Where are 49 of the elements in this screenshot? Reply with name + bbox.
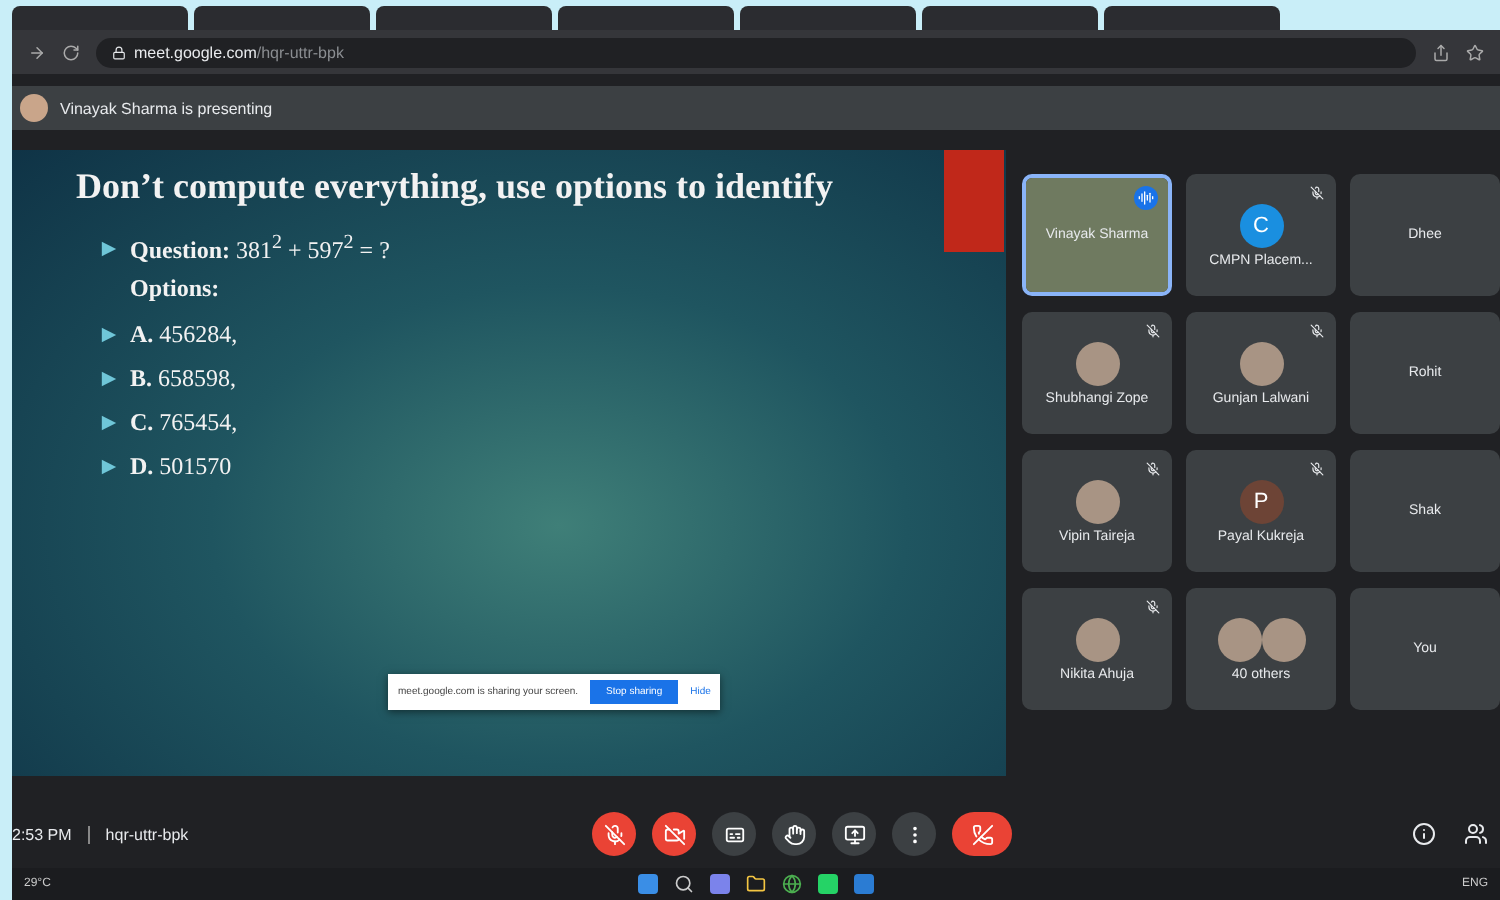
app-icon[interactable] bbox=[854, 874, 875, 894]
forward-icon[interactable] bbox=[28, 43, 46, 61]
slide-text: Options: bbox=[130, 274, 220, 304]
avatar bbox=[1261, 617, 1305, 661]
meeting-code: hqr-uttr-bpk bbox=[105, 825, 189, 843]
captions-icon bbox=[723, 823, 745, 845]
info-icon[interactable] bbox=[1412, 822, 1436, 846]
letter-avatar: C bbox=[1239, 203, 1283, 247]
hang-up-icon bbox=[971, 823, 993, 845]
avatar bbox=[20, 94, 48, 122]
avatar bbox=[1075, 341, 1119, 385]
slide-text: Question: 381$^{2}$ + 597$^{2}$ = ? bbox=[130, 232, 390, 266]
app-icon[interactable] bbox=[818, 874, 839, 894]
present-button[interactable] bbox=[832, 812, 876, 856]
avatar bbox=[1075, 617, 1119, 661]
slide-decoration bbox=[944, 150, 1004, 252]
people-icon[interactable] bbox=[1464, 822, 1488, 846]
share-icon[interactable] bbox=[1432, 43, 1450, 61]
reload-icon[interactable] bbox=[62, 43, 80, 61]
app-icon[interactable] bbox=[710, 874, 731, 894]
avatar bbox=[1239, 341, 1283, 385]
folder-icon[interactable] bbox=[746, 874, 767, 894]
slide-text: C. 765454, bbox=[130, 408, 238, 438]
star-icon[interactable] bbox=[1466, 43, 1484, 61]
video-placeholder bbox=[1026, 178, 1168, 292]
search-icon[interactable] bbox=[674, 874, 695, 894]
mic-button[interactable] bbox=[592, 812, 636, 856]
hand-icon bbox=[783, 823, 805, 845]
start-icon[interactable] bbox=[638, 874, 659, 894]
end-button[interactable] bbox=[952, 812, 1012, 856]
browser-icon[interactable] bbox=[782, 874, 803, 894]
avatar bbox=[1075, 479, 1119, 523]
slide-title: Don’t compute everything, use options to identify bbox=[76, 166, 835, 208]
slide-text: D. 501570 bbox=[130, 452, 232, 482]
lock-icon bbox=[112, 45, 126, 59]
hand-button[interactable] bbox=[772, 812, 816, 856]
mic-off-icon bbox=[603, 823, 625, 845]
slide-text: B. 658598, bbox=[130, 364, 237, 394]
presenting-text: Vinayak Sharma is presenting bbox=[60, 99, 273, 117]
camera-off-icon bbox=[663, 823, 685, 845]
more-button[interactable] bbox=[892, 812, 936, 856]
present-screen-icon bbox=[843, 823, 865, 845]
avatar bbox=[1217, 617, 1261, 661]
letter-avatar: P bbox=[1239, 479, 1283, 523]
meeting-time: 2:53 PM bbox=[12, 825, 72, 843]
slide-text: A. 456284, bbox=[130, 320, 238, 350]
camera-button[interactable] bbox=[652, 812, 696, 856]
captions-button[interactable] bbox=[712, 812, 756, 856]
address-bar[interactable]: meet.google.com/hqr-uttr-bpk bbox=[96, 37, 1416, 67]
